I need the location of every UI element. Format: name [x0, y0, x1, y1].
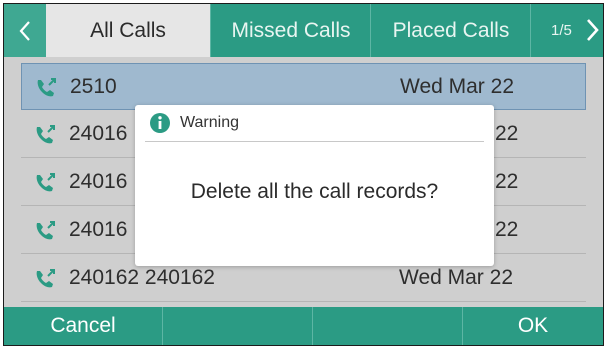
- call-name: 24016: [69, 170, 128, 193]
- dialog-title: Warning: [180, 114, 239, 131]
- chevron-left-icon: [19, 20, 30, 41]
- ok-label: OK: [517, 314, 549, 337]
- call-name: 24016: [69, 122, 128, 145]
- tab-label: Placed Calls: [392, 18, 510, 42]
- call-date: 22: [495, 218, 519, 241]
- tab-all-calls[interactable]: All Calls: [46, 4, 210, 57]
- call-date: Wed Mar 22: [400, 74, 514, 98]
- call-name: 240162 240162: [69, 266, 215, 289]
- phone-screen: All Calls Missed Calls Placed Calls 1/5 …: [3, 3, 604, 346]
- call-log-icon: [36, 173, 55, 192]
- call-name: 24016: [69, 218, 128, 241]
- chevron-right-icon: [587, 19, 599, 41]
- call-date: 22: [495, 122, 519, 145]
- softkey-bar: Cancel OK: [4, 307, 603, 345]
- cancel-button[interactable]: Cancel: [4, 307, 162, 345]
- tab-label: Missed Calls: [231, 18, 351, 42]
- call-row[interactable]: 2510 Wed Mar 22: [21, 63, 586, 110]
- softkey-empty-3[interactable]: [312, 307, 462, 345]
- info-icon: [150, 113, 170, 133]
- softkey-empty-2[interactable]: [162, 307, 312, 345]
- call-name: 2510: [70, 74, 117, 98]
- call-log-icon: [37, 78, 56, 97]
- call-log-icon: [36, 125, 55, 144]
- page-indicator: 1/5: [551, 22, 572, 39]
- call-log-icon: [36, 221, 55, 240]
- call-log-icon: [36, 269, 55, 288]
- call-date: Wed Mar 22: [399, 266, 513, 289]
- tab-label: All Calls: [90, 18, 166, 42]
- ok-button[interactable]: OK: [462, 307, 603, 345]
- tab-placed-calls[interactable]: Placed Calls: [370, 4, 531, 57]
- dialog-header: Warning: [145, 105, 484, 142]
- tab-page-next[interactable]: 1/5: [530, 4, 603, 57]
- tab-prev-button[interactable]: [4, 4, 46, 57]
- cancel-label: Cancel: [50, 314, 116, 337]
- tab-bar: All Calls Missed Calls Placed Calls 1/5: [4, 4, 603, 57]
- dialog-message: Delete all the call records?: [190, 180, 439, 203]
- tab-missed-calls[interactable]: Missed Calls: [210, 4, 371, 57]
- warning-dialog: Warning Delete all the call records?: [135, 105, 494, 266]
- call-date: 22: [495, 170, 519, 193]
